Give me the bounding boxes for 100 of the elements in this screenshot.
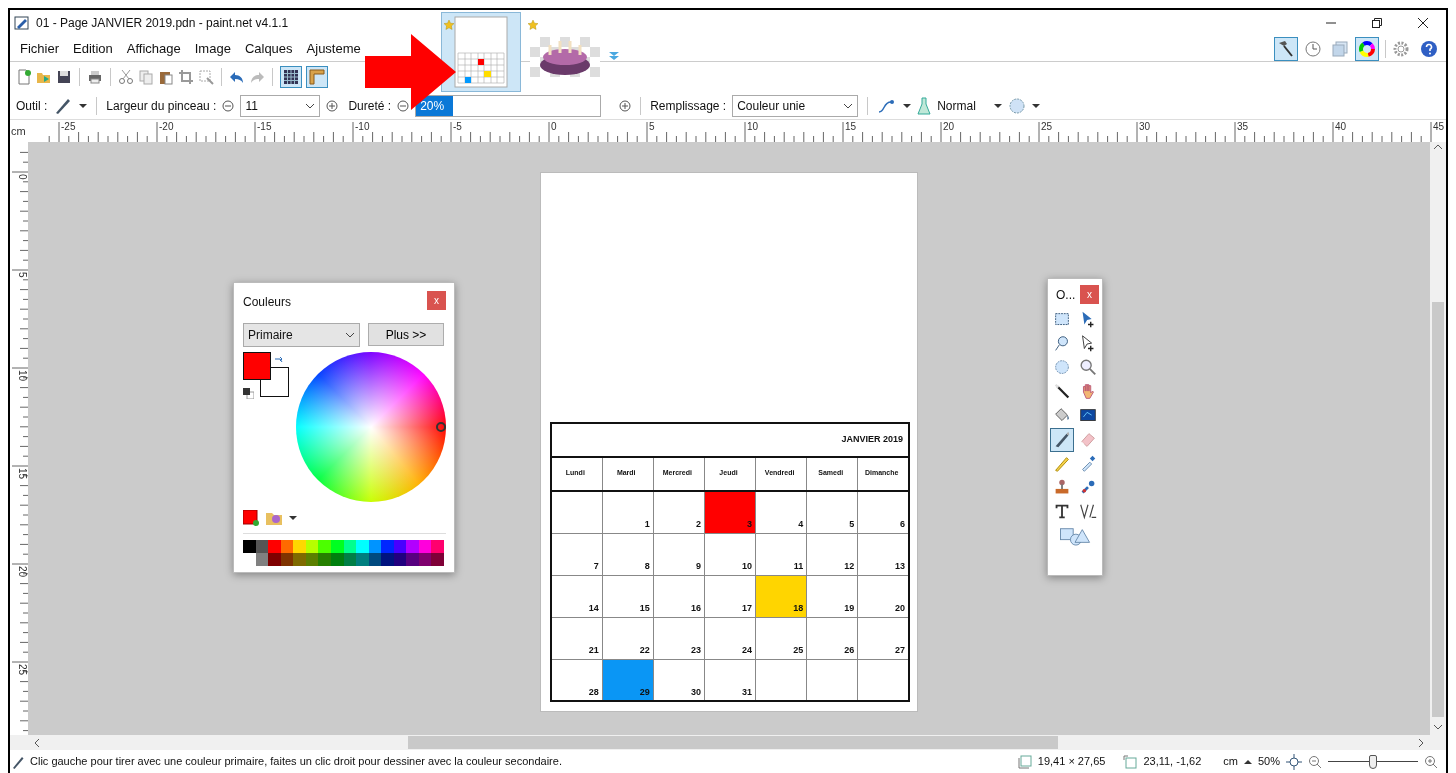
ruler-label: -20 — [159, 121, 174, 132]
ruler-label: -10 — [355, 121, 370, 132]
app-icon — [14, 15, 30, 31]
menu-item[interactable]: Fichier — [20, 38, 59, 59]
caret-icon[interactable] — [79, 102, 88, 109]
decrease-icon[interactable] — [222, 99, 235, 112]
increase-icon[interactable] — [326, 99, 339, 112]
panel-title: O... — [1056, 286, 1076, 304]
deselect-icon[interactable] — [198, 69, 214, 85]
blend-mode-dropdown[interactable]: Normal — [937, 96, 976, 115]
ruler-label: 20 — [17, 566, 28, 578]
ruler-label: 15 — [845, 121, 857, 132]
zoom-out-icon[interactable] — [1308, 754, 1322, 769]
ruler-label: 15 — [17, 468, 28, 480]
add-color-icon[interactable] — [243, 510, 259, 526]
flask-icon[interactable] — [917, 96, 932, 115]
calendar-cell: 14 — [551, 575, 603, 617]
image-size-icon — [1017, 754, 1032, 769]
scrollbar-thumb[interactable] — [408, 736, 1058, 749]
calendar-cell: 23 — [653, 617, 705, 659]
image-size: 19,41 × 27,65 — [1037, 754, 1106, 770]
caret-icon[interactable] — [1031, 102, 1040, 109]
paste-icon[interactable] — [158, 69, 174, 85]
brush-width-label: Largeur du pinceau : — [106, 97, 217, 115]
color-target-dropdown[interactable]: Primaire — [243, 323, 360, 347]
calendar-cell: 21 — [551, 617, 603, 659]
ruler-label: -5 — [453, 121, 462, 132]
hardness-label: Dureté : — [348, 97, 392, 115]
calendar-cell: 1 — [602, 491, 654, 533]
calendar-cell — [551, 491, 603, 533]
new-file-icon[interactable] — [16, 69, 32, 85]
reset-colors-icon[interactable] — [243, 388, 254, 400]
primary-color-swatch[interactable] — [243, 352, 271, 380]
close-icon[interactable] — [1417, 17, 1429, 29]
more-button[interactable]: Plus >> — [368, 323, 444, 346]
hardness-slider[interactable]: 20% — [415, 94, 602, 117]
menu-item[interactable]: Affichage — [126, 38, 181, 59]
scroll-left-icon[interactable] — [32, 737, 42, 748]
close-button[interactable]: x — [427, 291, 446, 310]
fill-label: Remplissage : — [650, 97, 727, 115]
scroll-right-icon[interactable] — [1416, 737, 1426, 748]
wheel-handle[interactable] — [436, 422, 446, 432]
increase-icon[interactable] — [619, 99, 632, 112]
color-palette[interactable] — [243, 540, 444, 566]
decrease-icon[interactable] — [397, 99, 410, 112]
ruler-label: 45 — [1433, 121, 1445, 132]
zoom-slider[interactable] — [1328, 754, 1418, 769]
print-icon[interactable] — [87, 69, 103, 85]
ruler-label: 5 — [17, 272, 28, 278]
calendar-cell: 26 — [806, 617, 858, 659]
calendar-cell: 11 — [755, 533, 807, 575]
zoom-level: 50% — [1257, 754, 1280, 770]
ruler-label: 25 — [1041, 121, 1053, 132]
scrollbar-thumb[interactable] — [1432, 301, 1444, 717]
fill-dropdown[interactable]: Couleur unie — [732, 94, 859, 117]
expand-icon[interactable] — [608, 50, 620, 61]
slider-thumb[interactable] — [1369, 754, 1377, 769]
settings-icon[interactable] — [1392, 39, 1410, 58]
caret-icon[interactable] — [903, 102, 912, 109]
calendar-cell: 15 — [602, 575, 654, 617]
units-dropdown[interactable]: cm — [1223, 753, 1238, 770]
calendar-cell: 25 — [755, 617, 807, 659]
cursor-position-icon — [1123, 754, 1138, 769]
calendar-cell: 17 — [704, 575, 756, 617]
zoom-in-icon[interactable] — [1424, 754, 1438, 769]
crop-icon[interactable] — [178, 69, 194, 85]
ruler-label: 35 — [1237, 121, 1249, 132]
calendar-cell: 12 — [806, 533, 858, 575]
menu-item[interactable]: Calques — [244, 38, 293, 59]
menu-item[interactable]: Edition — [73, 38, 113, 59]
cut-icon[interactable] — [118, 69, 134, 85]
document-thumbnail[interactable] — [441, 12, 521, 92]
brush-width-dropdown[interactable]: 11 — [240, 94, 321, 117]
ruler-label: 30 — [1139, 121, 1151, 132]
menu-item[interactable]: Ajusteme — [306, 38, 361, 59]
cursor-position: 23,11, -1,62 — [1143, 754, 1202, 770]
close-button[interactable]: x — [1080, 285, 1099, 304]
calendar-cell: 24 — [704, 617, 756, 659]
ruler-label: 0 — [551, 121, 557, 132]
save-icon[interactable] — [56, 69, 72, 85]
caret-icon[interactable] — [993, 102, 1002, 109]
calendar-cell: 22 — [602, 617, 654, 659]
ruler-label: 25 — [17, 664, 28, 676]
caret-icon[interactable] — [1243, 758, 1252, 765]
scroll-up-icon[interactable] — [1433, 142, 1443, 152]
caret-icon[interactable] — [289, 515, 297, 521]
ruler-label: -25 — [61, 121, 76, 132]
pencil-icon — [12, 754, 24, 769]
menu-item[interactable]: Image — [194, 38, 231, 59]
window-title: 01 - Page JANVIER 2019.pdn - paint.net v4.1.1 — [36, 15, 289, 32]
fit-window-icon[interactable] — [1286, 753, 1302, 770]
help-icon[interactable] — [1420, 39, 1438, 58]
calendar-cell: 19 — [806, 575, 858, 617]
tool-label: Outil : — [16, 97, 48, 115]
calendar-cell: 2 — [653, 491, 705, 533]
palette-icon[interactable] — [265, 510, 283, 526]
restore-icon[interactable] — [1371, 17, 1383, 29]
panel-title: Couleurs — [243, 294, 292, 311]
star-icon — [528, 19, 538, 30]
ruler-label: 20 — [943, 121, 955, 132]
